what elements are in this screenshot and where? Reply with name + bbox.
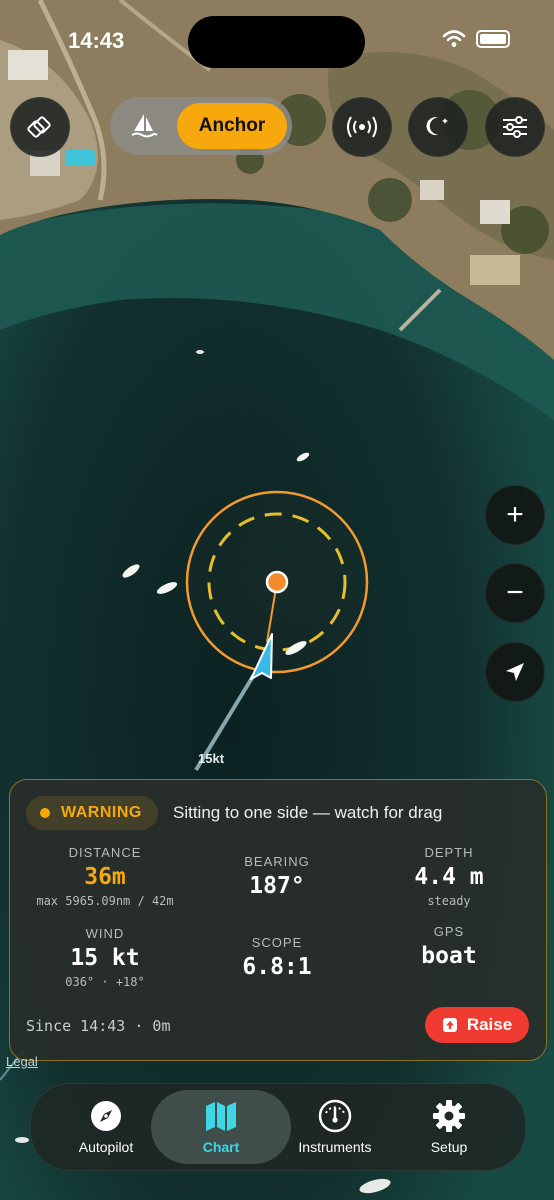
alert-message: Sitting to one side — watch for drag — [173, 803, 443, 822]
zoom-in-button[interactable]: + — [485, 485, 545, 545]
layers-button[interactable] — [10, 97, 70, 157]
locate-button[interactable] — [485, 642, 545, 702]
depth-sub: steady — [427, 894, 471, 908]
bearing-label: BEARING — [244, 854, 310, 869]
broadcast-button[interactable] — [332, 97, 392, 157]
bearing-stat: BEARING 187° — [192, 854, 362, 899]
anchor-mode-option[interactable]: Anchor — [177, 103, 287, 149]
gear-icon — [433, 1100, 465, 1132]
minus-icon: − — [506, 576, 524, 609]
status-icons — [442, 30, 510, 48]
legal-link[interactable]: Legal — [6, 1054, 38, 1069]
zoom-out-button[interactable]: − — [485, 563, 545, 623]
warning-level: WARNING — [61, 804, 142, 821]
gps-value: boat — [421, 943, 477, 969]
sliders-icon — [503, 116, 527, 138]
distance-sub: max 5965.09nm / 42m — [36, 894, 174, 908]
tab-instruments[interactable]: Instruments — [285, 1084, 385, 1170]
layers-icon — [27, 116, 51, 138]
distance-label: DISTANCE — [68, 845, 142, 860]
tab-setup[interactable]: Setup — [399, 1084, 499, 1170]
wifi-icon — [442, 30, 466, 47]
status-time: 14:43 — [68, 28, 125, 53]
wind-label: WIND — [85, 926, 125, 941]
dynamic-island — [188, 16, 365, 68]
since-text: Since 14:43 · 0m — [26, 1017, 171, 1035]
gauge-icon — [318, 1099, 352, 1133]
sail-mode-option[interactable] — [126, 109, 162, 143]
tab-autopilot-label: Autopilot — [78, 1139, 134, 1155]
scope-label: SCOPE — [251, 935, 303, 950]
bearing-value: 187° — [249, 873, 305, 899]
depth-value: 4.4 m — [414, 864, 484, 890]
distance-stat: DISTANCE 36m max 5965.09nm / 42m — [20, 845, 190, 908]
tab-chart-label: Chart — [202, 1139, 240, 1155]
wind-value: 15 kt — [70, 945, 140, 971]
night-mode-button[interactable] — [408, 97, 468, 157]
tab-chart[interactable]: Chart — [151, 1090, 291, 1164]
tab-instruments-label: Instruments — [298, 1139, 372, 1155]
map-icon — [206, 1102, 236, 1131]
wind-speed-label: 15kt — [198, 751, 225, 766]
tab-autopilot[interactable]: Autopilot — [56, 1084, 156, 1170]
raise-label: Raise — [466, 1015, 513, 1034]
settings-sliders-button[interactable] — [485, 97, 545, 157]
scope-value: 6.8:1 — [242, 954, 312, 980]
wind-sub: 036° · +18° — [65, 975, 145, 989]
location-arrow-icon — [506, 663, 524, 681]
distance-value: 36m — [84, 864, 126, 890]
raise-arrow-icon — [442, 1018, 457, 1032]
raise-button[interactable]: Raise — [425, 1007, 529, 1043]
tab-bar: Autopilot Chart Instruments Setup — [30, 1083, 526, 1171]
plus-icon: + — [506, 498, 524, 531]
scope-stat: SCOPE 6.8:1 — [192, 935, 362, 980]
anchor-alert-card: WARNING Sitting to one side — watch for … — [9, 779, 547, 1061]
mode-toggle[interactable]: Anchor — [110, 97, 292, 155]
compass-icon — [91, 1101, 121, 1131]
gps-label: GPS — [433, 924, 465, 939]
wind-stat: WIND 15 kt 036° · +18° — [20, 926, 190, 989]
sailboat-icon — [131, 114, 158, 138]
warning-badge: WARNING — [26, 796, 158, 830]
battery-icon — [476, 30, 510, 48]
warning-dot-icon — [40, 808, 50, 818]
tab-setup-label: Setup — [430, 1139, 468, 1155]
broadcast-icon — [347, 116, 377, 138]
depth-label: DEPTH — [424, 845, 474, 860]
gps-stat: GPS boat — [364, 924, 534, 969]
depth-stat: DEPTH 4.4 m steady — [364, 845, 534, 908]
moon-icon — [426, 117, 448, 136]
